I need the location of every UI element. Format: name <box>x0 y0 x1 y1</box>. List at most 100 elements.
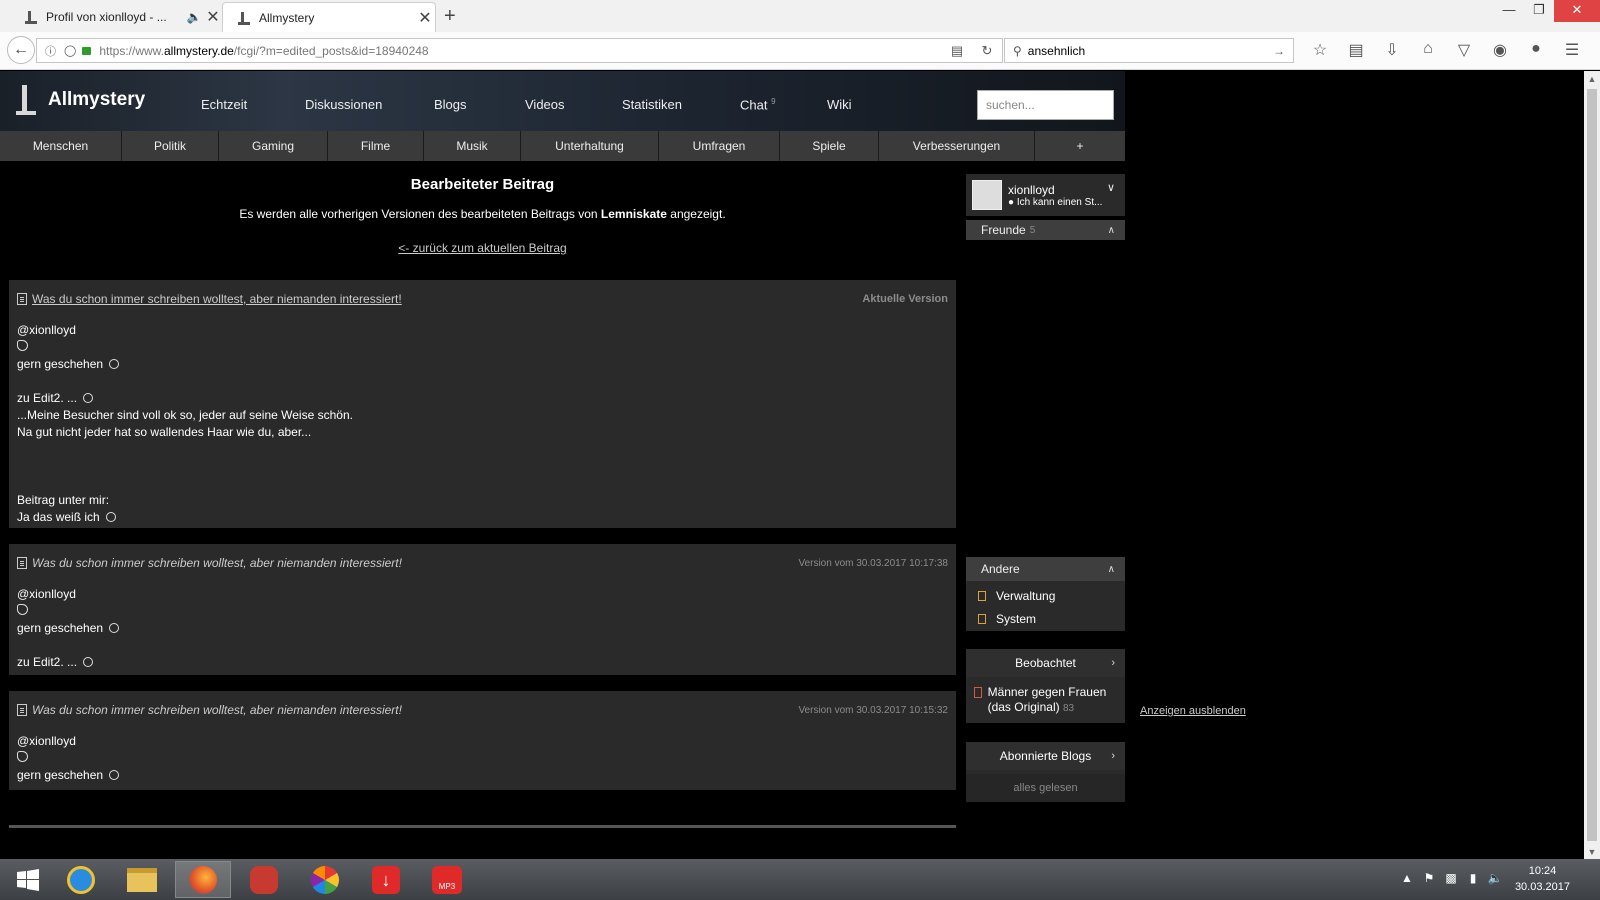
taskbar-ie[interactable] <box>53 861 109 898</box>
subscribed-blogs-button[interactable]: Abonnierte Blogs › <box>966 742 1125 770</box>
grin-emoticon-icon <box>83 393 94 403</box>
user-status: ● Ich kann einen St... <box>1008 196 1103 208</box>
picasa-icon <box>311 865 339 894</box>
user-box[interactable]: xionlloyd ● Ich kann einen St... ∨ <box>966 174 1125 216</box>
chevron-up-icon[interactable]: ∧ <box>1108 225 1115 236</box>
page-scrollbar[interactable]: ▲ ▼ <box>1584 71 1600 859</box>
site-logo[interactable]: Allmystery <box>16 85 145 115</box>
chevron-down-icon[interactable]: ∨ <box>1107 181 1115 194</box>
taskbar-firefox[interactable] <box>175 861 231 898</box>
library-icon[interactable]: ▤ <box>1338 40 1374 60</box>
scroll-down-icon[interactable]: ▼ <box>1584 847 1600 857</box>
browser-search-bar[interactable]: ⚲ ansehnlich → <box>1004 38 1294 63</box>
hide-ads-link[interactable]: Anzeigen ausblenden <box>1140 705 1246 717</box>
wave-emoticon-icon <box>17 340 28 351</box>
chevron-up-icon[interactable]: ∧ <box>1108 564 1115 575</box>
tab-profile[interactable]: Profil von xionlloyd - ... 🔈 ✕ <box>10 2 223 32</box>
avatar[interactable] <box>972 180 1002 210</box>
signal-icon[interactable]: ▮ <box>1462 871 1484 885</box>
home-icon[interactable]: ⌂ <box>1410 40 1446 60</box>
nav-echtzeit[interactable]: Echtzeit <box>201 97 247 112</box>
post-thread-link[interactable]: Was du schon immer schreiben wolltest, a… <box>32 292 402 306</box>
post-line: Beitrag unter mir: <box>17 493 110 507</box>
restore-button[interactable]: ❐ <box>1524 0 1554 22</box>
sidebar-item-system[interactable]: System <box>966 607 1125 630</box>
go-arrow-icon[interactable]: → <box>1273 44 1285 58</box>
shield-icon[interactable]: ◯ <box>64 44 76 57</box>
nav-wiki[interactable]: Wiki <box>827 97 852 112</box>
nav-blogs[interactable]: Blogs <box>434 97 467 112</box>
back-to-current-post-link[interactable]: <- zurück zum aktuellen Beitrag <box>0 241 965 255</box>
show-hidden-icons-icon[interactable]: ▲ <box>1396 871 1418 885</box>
taskbar-downloader[interactable]: ↓ <box>358 861 414 898</box>
scroll-up-icon[interactable]: ▲ <box>1584 74 1600 84</box>
watched-button[interactable]: Beobachtet › <box>966 649 1125 677</box>
tab-title: Profil von xionlloyd - ... <box>46 10 167 24</box>
taskbar-mp3[interactable]: MP3 <box>419 861 475 898</box>
extension-icon[interactable]: ● <box>1518 40 1554 60</box>
mark-all-read-button[interactable]: alles gelesen <box>966 774 1125 802</box>
flag-icon[interactable]: ⚑ <box>1418 871 1440 885</box>
info-icon[interactable]: ⓘ <box>45 43 56 59</box>
taskbar-explorer[interactable] <box>114 861 170 898</box>
others-box: Andere ∧ Verwaltung System <box>966 557 1125 631</box>
post-line <box>17 373 948 390</box>
minimize-button[interactable]: — <box>1494 0 1524 22</box>
category-unterhaltung[interactable]: Unterhaltung <box>521 131 659 161</box>
category-menschen[interactable]: Menschen <box>0 131 122 161</box>
category-umfragen[interactable]: Umfragen <box>659 131 780 161</box>
category-musik[interactable]: Musik <box>424 131 521 161</box>
post-header: Was du schon immer schreiben wolltest, a… <box>17 701 948 719</box>
nav-chat[interactable]: Chat 9 <box>740 97 776 112</box>
author-name[interactable]: Lemniskate <box>601 207 667 221</box>
start-button[interactable] <box>0 861 56 898</box>
tab-allmystery[interactable]: Allmystery ✕ <box>222 2 436 32</box>
post-body: @xionlloyd gern geschehen zu Edit2. ... <box>17 586 948 671</box>
sidebar-item-verwaltung[interactable]: Verwaltung <box>966 584 1125 607</box>
download-icon[interactable]: ⇩ <box>1374 40 1410 60</box>
back-button[interactable]: ← <box>7 36 35 64</box>
category-gaming[interactable]: Gaming <box>219 131 328 161</box>
wave-emoticon-icon <box>17 751 28 762</box>
volume-icon[interactable]: 🔈 <box>1484 871 1506 885</box>
taskbar-ccleaner[interactable] <box>236 861 292 898</box>
friends-header[interactable]: Freunde 5 ∧ <box>966 220 1125 240</box>
category-verbesserungen[interactable]: Verbesserungen <box>879 131 1035 161</box>
reader-view-icon[interactable]: ▤ <box>942 43 972 59</box>
post-line <box>17 637 948 654</box>
address-bar[interactable]: ⓘ ◯ https://www.allmystery.de/fcgi/?m=ed… <box>36 38 1003 63</box>
reload-icon[interactable]: ↻ <box>972 43 1002 59</box>
taskbar-picasa[interactable] <box>297 861 353 898</box>
close-tab-icon[interactable]: ✕ <box>415 8 435 28</box>
others-header[interactable]: Andere ∧ <box>966 557 1125 581</box>
pocket-icon[interactable]: ▽ <box>1446 40 1482 60</box>
category-spiele[interactable]: Spiele <box>780 131 879 161</box>
nav-statistiken[interactable]: Statistiken <box>622 97 682 112</box>
close-window-button[interactable]: ✕ <box>1554 0 1600 22</box>
new-tab-button[interactable]: + <box>444 5 456 28</box>
close-tab-icon[interactable]: ✕ <box>203 7 223 27</box>
url-text[interactable]: https://www.allmystery.de/fcgi/?m=edited… <box>99 44 942 58</box>
watched-box: Beobachtet › Männer gegen Frauen (das Or… <box>966 649 1125 723</box>
adblock-icon[interactable]: ◉ <box>1482 40 1518 60</box>
watched-thread-item[interactable]: Männer gegen Frauen (das Original) 83 <box>966 677 1125 716</box>
scroll-thumb[interactable] <box>1587 89 1597 841</box>
nav-videos[interactable]: Videos <box>525 97 565 112</box>
category-more-button[interactable]: + <box>1035 131 1125 161</box>
menu-icon[interactable]: ☰ <box>1554 40 1590 60</box>
clock-time: 10:24 <box>1528 865 1557 877</box>
nav-diskussionen[interactable]: Diskussionen <box>305 97 382 112</box>
speaker-icon[interactable]: 🔈 <box>185 10 203 24</box>
username[interactable]: xionlloyd <box>1008 183 1102 197</box>
network-icon[interactable]: ▩ <box>1440 871 1462 885</box>
admin-icon <box>978 590 986 601</box>
internet-explorer-icon <box>67 865 95 894</box>
bookmark-star-icon[interactable]: ☆ <box>1302 40 1338 60</box>
clock[interactable]: 10:24 30.03.2017 <box>1515 863 1570 895</box>
version-timestamp: Version vom 30.03.2017 10:17:38 <box>798 557 948 569</box>
lock-icon <box>82 46 92 55</box>
site-search-input[interactable]: suchen... <box>977 90 1114 120</box>
post-line: zu Edit2. ... <box>17 390 948 407</box>
category-filme[interactable]: Filme <box>328 131 424 161</box>
category-politik[interactable]: Politik <box>122 131 219 161</box>
